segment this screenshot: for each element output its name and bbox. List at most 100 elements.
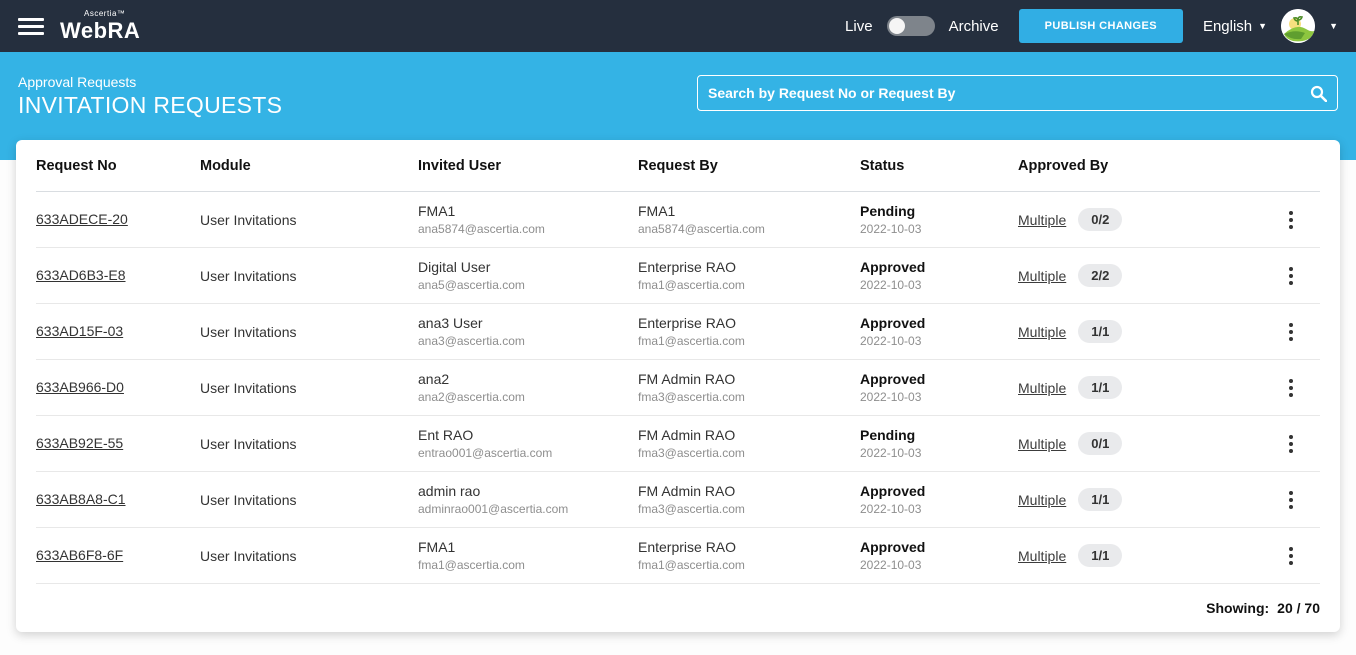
approved-by-link[interactable]: Multiple xyxy=(1018,380,1066,396)
request-by-name: FMA1 xyxy=(638,203,860,219)
request-no-link[interactable]: 633AB8A8-C1 xyxy=(36,491,126,507)
hamburger-menu-icon[interactable] xyxy=(18,18,44,35)
table-row: 633AB8A8-C1 User Invitations admin rao a… xyxy=(36,472,1320,528)
kebab-menu-icon[interactable] xyxy=(1286,432,1296,456)
status-text: Approved xyxy=(860,483,1018,499)
request-by-email: fma3@ascertia.com xyxy=(638,502,860,516)
invited-user-email: adminrao001@ascertia.com xyxy=(418,502,638,516)
approved-by-link[interactable]: Multiple xyxy=(1018,324,1066,340)
table-header-row: Request No Module Invited User Request B… xyxy=(36,140,1320,192)
table-row: 633AD15F-03 User Invitations ana3 User a… xyxy=(36,304,1320,360)
search-input[interactable] xyxy=(708,85,1310,101)
request-by-name: FM Admin RAO xyxy=(638,483,860,499)
request-by-email: ana5874@ascertia.com xyxy=(638,222,860,236)
search-icon[interactable] xyxy=(1310,85,1327,102)
invited-user-email: entrao001@ascertia.com xyxy=(418,446,638,460)
status-date: 2022-10-03 xyxy=(860,446,1018,460)
column-header-invited-user: Invited User xyxy=(418,158,638,174)
table-row: 633AB966-D0 User Invitations ana2 ana2@a… xyxy=(36,360,1320,416)
requests-card: Request No Module Invited User Request B… xyxy=(16,140,1340,632)
approved-by-link[interactable]: Multiple xyxy=(1018,492,1066,508)
column-header-request-no: Request No xyxy=(36,158,200,174)
table-row: 633AD6B3-E8 User Invitations Digital Use… xyxy=(36,248,1320,304)
approved-by-link[interactable]: Multiple xyxy=(1018,548,1066,564)
status-date: 2022-10-03 xyxy=(860,222,1018,236)
table-footer: Showing: 20 / 70 xyxy=(36,584,1320,632)
brand-ascertia-label: Ascertia™ xyxy=(84,10,140,18)
request-by-email: fma1@ascertia.com xyxy=(638,558,860,572)
request-by-name: Enterprise RAO xyxy=(638,315,860,331)
module-cell: User Invitations xyxy=(200,548,418,564)
publish-changes-button[interactable]: PUBLISH CHANGES xyxy=(1019,9,1183,43)
column-header-module: Module xyxy=(200,158,418,174)
invited-user-email: ana5@ascertia.com xyxy=(418,278,638,292)
toggle-knob xyxy=(889,18,905,34)
brand-logo: Ascertia™ WebRA xyxy=(60,10,140,42)
invited-user-email: ana2@ascertia.com xyxy=(418,390,638,404)
kebab-menu-icon[interactable] xyxy=(1286,264,1296,288)
top-navbar: Ascertia™ WebRA Live Archive PUBLISH CHA… xyxy=(0,0,1356,52)
request-by-email: fma3@ascertia.com xyxy=(638,390,860,404)
language-dropdown[interactable]: English ▼ xyxy=(1203,18,1267,35)
status-date: 2022-10-03 xyxy=(860,502,1018,516)
request-by-name: Enterprise RAO xyxy=(638,539,860,555)
invited-user-name: ana2 xyxy=(418,371,638,387)
showing-value: 20 / 70 xyxy=(1277,600,1320,616)
request-by-email: fma3@ascertia.com xyxy=(638,446,860,460)
profile-chevron-down-icon[interactable]: ▼ xyxy=(1329,21,1338,31)
kebab-menu-icon[interactable] xyxy=(1286,320,1296,344)
approved-by-link[interactable]: Multiple xyxy=(1018,436,1066,452)
approval-count-badge: 1/1 xyxy=(1078,320,1122,343)
showing-label: Showing: xyxy=(1206,600,1269,616)
chevron-down-icon: ▼ xyxy=(1258,21,1267,31)
status-text: Approved xyxy=(860,315,1018,331)
invited-user-name: Digital User xyxy=(418,259,638,275)
breadcrumb: Approval Requests xyxy=(18,74,282,90)
module-cell: User Invitations xyxy=(200,492,418,508)
approval-count-badge: 0/2 xyxy=(1078,208,1122,231)
approved-by-link[interactable]: Multiple xyxy=(1018,268,1066,284)
invited-user-email: ana3@ascertia.com xyxy=(418,334,638,348)
approval-count-badge: 1/1 xyxy=(1078,544,1122,567)
approval-count-badge: 0/1 xyxy=(1078,432,1122,455)
request-no-link[interactable]: 633AB6F8-6F xyxy=(36,547,123,563)
request-no-link[interactable]: 633AD6B3-E8 xyxy=(36,267,126,283)
status-date: 2022-10-03 xyxy=(860,390,1018,404)
live-archive-toggle[interactable] xyxy=(887,16,935,36)
status-text: Pending xyxy=(860,203,1018,219)
live-label: Live xyxy=(845,18,873,35)
module-cell: User Invitations xyxy=(200,324,418,340)
table-row: 633AB6F8-6F User Invitations FMA1 fma1@a… xyxy=(36,528,1320,584)
module-cell: User Invitations xyxy=(200,268,418,284)
status-text: Approved xyxy=(860,539,1018,555)
invited-user-email: ana5874@ascertia.com xyxy=(418,222,638,236)
kebab-menu-icon[interactable] xyxy=(1286,544,1296,568)
approval-count-badge: 1/1 xyxy=(1078,376,1122,399)
kebab-menu-icon[interactable] xyxy=(1286,376,1296,400)
request-by-email: fma1@ascertia.com xyxy=(638,278,860,292)
archive-label: Archive xyxy=(949,18,999,35)
language-label: English xyxy=(1203,18,1252,35)
approved-by-link[interactable]: Multiple xyxy=(1018,212,1066,228)
invited-user-name: admin rao xyxy=(418,483,638,499)
status-text: Approved xyxy=(860,371,1018,387)
request-by-name: FM Admin RAO xyxy=(638,427,860,443)
avatar-logo-icon xyxy=(1281,9,1315,43)
invited-user-name: ana3 User xyxy=(418,315,638,331)
invited-user-name: FMA1 xyxy=(418,539,638,555)
request-by-email: fma1@ascertia.com xyxy=(638,334,860,348)
search-box xyxy=(697,75,1338,111)
request-by-name: FM Admin RAO xyxy=(638,371,860,387)
module-cell: User Invitations xyxy=(200,380,418,396)
request-no-link[interactable]: 633AD15F-03 xyxy=(36,323,123,339)
kebab-menu-icon[interactable] xyxy=(1286,488,1296,512)
brand-webra-label: WebRA xyxy=(60,20,140,42)
module-cell: User Invitations xyxy=(200,212,418,228)
request-no-link[interactable]: 633AB966-D0 xyxy=(36,379,124,395)
request-no-link[interactable]: 633ADECE-20 xyxy=(36,211,128,227)
request-no-link[interactable]: 633AB92E-55 xyxy=(36,435,123,451)
table-row: 633AB92E-55 User Invitations Ent RAO ent… xyxy=(36,416,1320,472)
approval-count-badge: 1/1 xyxy=(1078,488,1122,511)
kebab-menu-icon[interactable] xyxy=(1286,208,1296,232)
avatar[interactable] xyxy=(1281,9,1315,43)
